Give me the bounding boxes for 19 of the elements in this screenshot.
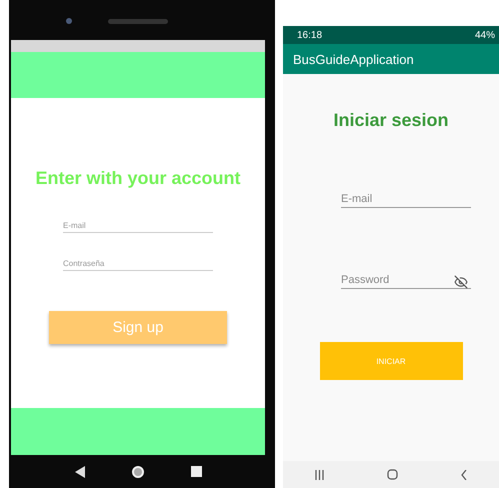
status-time: 16:18 (297, 30, 322, 40)
screen-title: Iniciar sesion (333, 110, 449, 131)
input-field[interactable]: E-mail (341, 191, 471, 208)
battery-level: 44% (474, 30, 495, 40)
recents-icon[interactable] (314, 470, 324, 480)
home-icon[interactable] (386, 469, 398, 480)
input-field[interactable]: Password (341, 272, 471, 289)
back-icon[interactable] (461, 470, 468, 480)
input-field[interactable]: E-mail (63, 219, 213, 233)
back-icon[interactable] (74, 466, 84, 478)
speaker-icon (108, 19, 168, 24)
login-button[interactable]: INICIAR (320, 342, 462, 380)
camera-icon (66, 18, 72, 24)
recents-icon[interactable] (190, 466, 202, 477)
app-title: BusGuideApplication (293, 52, 414, 66)
eye-off-icon[interactable] (454, 275, 468, 289)
sign-up-button[interactable]: Sign up (49, 311, 227, 344)
input-field[interactable]: Contraseña (63, 257, 213, 271)
screen-title: Enter with your account (35, 168, 241, 189)
